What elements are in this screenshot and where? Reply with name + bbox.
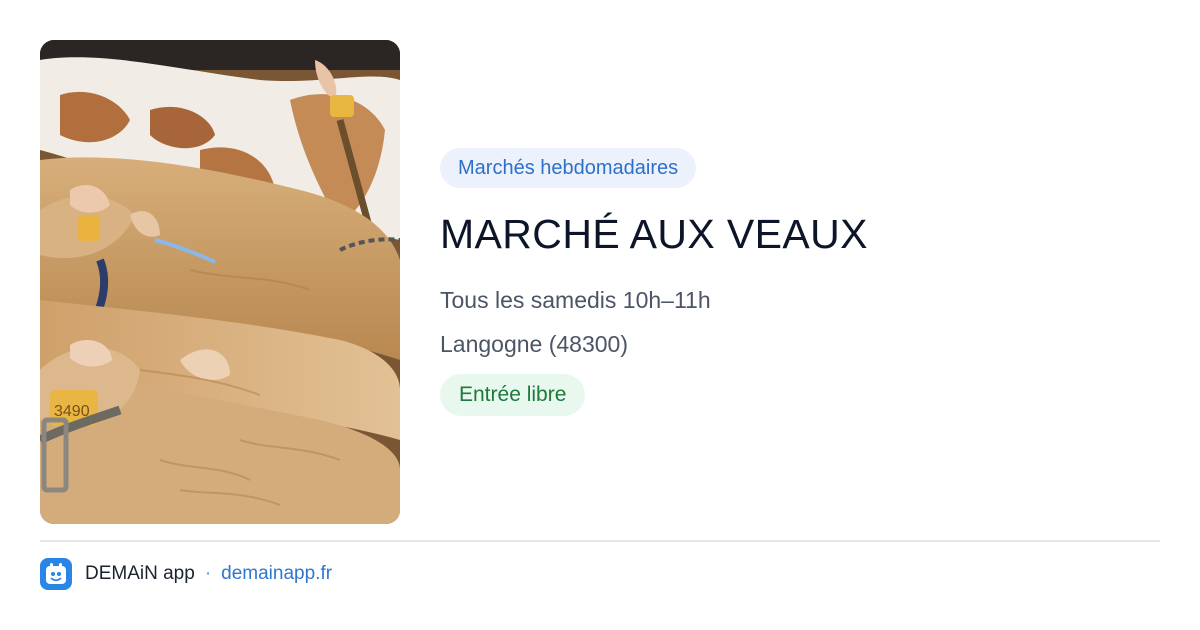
entry-badge: Entrée libre	[440, 374, 586, 416]
calves-illustration: 3490	[40, 40, 400, 524]
ear-tag-number: 3490	[54, 403, 90, 420]
event-card: 3490 Marchés hebdomadaires MARCHÉ AUX VE…	[0, 0, 1200, 630]
event-info: Marchés hebdomadaires MARCHÉ AUX VEAUX T…	[440, 148, 1160, 416]
footer-separator: ·	[204, 563, 212, 584]
footer-divider	[40, 540, 1160, 542]
footer: DEMAiN app · demainapp.fr	[40, 558, 332, 590]
event-photo: 3490	[40, 40, 400, 524]
app-website-link[interactable]: demainapp.fr	[221, 563, 332, 585]
event-schedule: Tous les samedis 10h–11h	[440, 287, 711, 313]
category-tag[interactable]: Marchés hebdomadaires	[440, 148, 697, 188]
event-title: MARCHÉ AUX VEAUX	[440, 211, 868, 257]
demain-app-logo-icon	[40, 558, 72, 590]
event-location: Langogne (48300)	[440, 331, 628, 357]
app-name: DEMAiN app	[85, 563, 195, 584]
